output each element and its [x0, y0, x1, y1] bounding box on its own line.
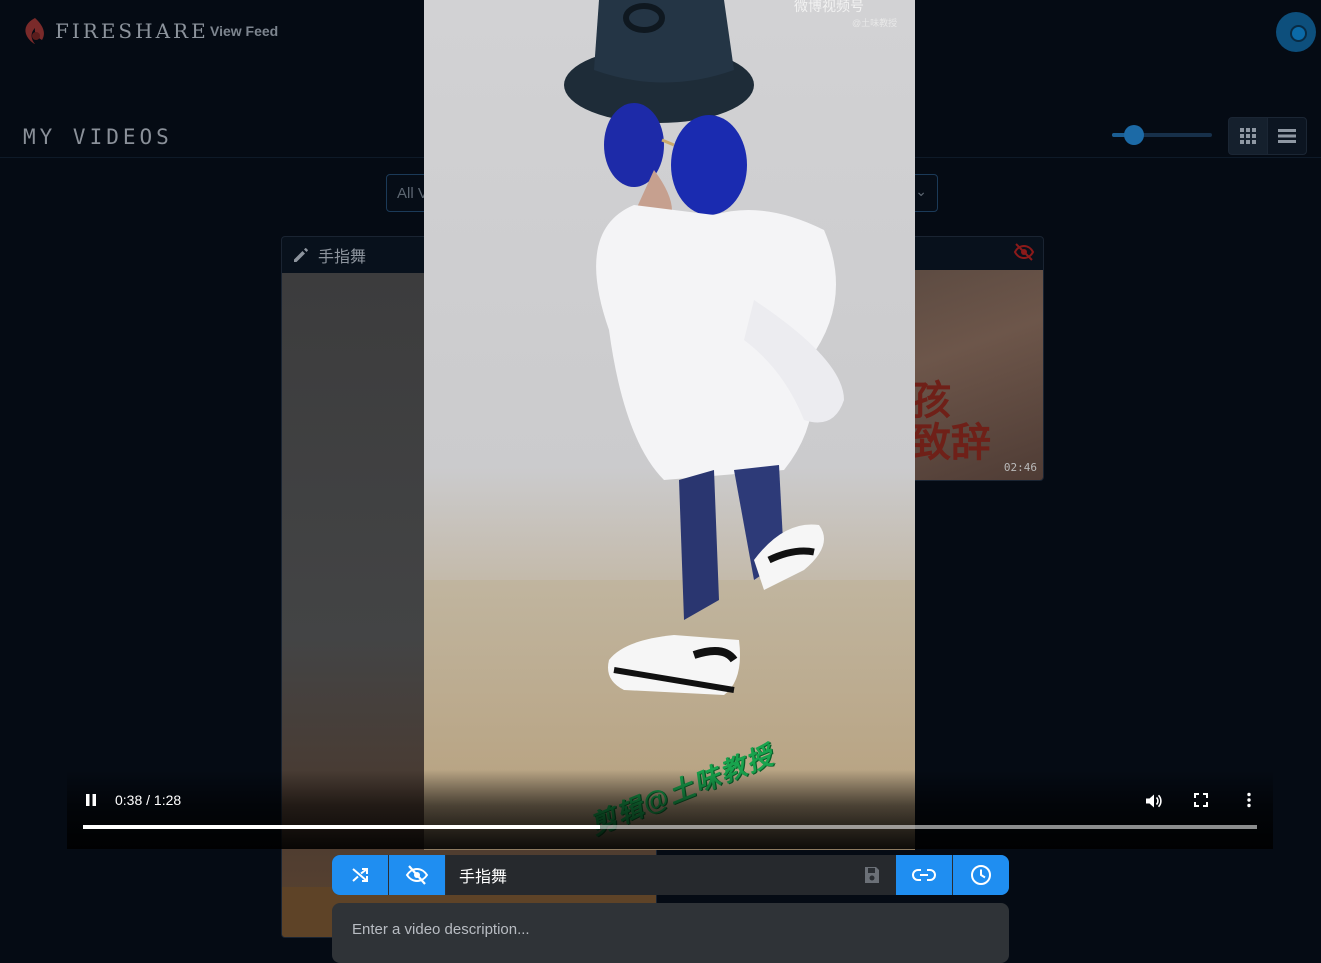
player-controls: 0:38 / 1:28 — [67, 770, 1273, 849]
toggle-visibility-button[interactable] — [389, 855, 445, 895]
description-placeholder: Enter a video description... — [352, 921, 530, 938]
card-title: 手指舞 — [318, 249, 367, 266]
video-title-input[interactable] — [446, 855, 896, 895]
grid-view-button[interactable] — [1228, 117, 1268, 155]
pause-icon[interactable] — [83, 792, 99, 808]
playback-time: 0:38 / 1:28 — [115, 792, 182, 808]
card-size-slider-thumb[interactable] — [1124, 125, 1144, 145]
shuffle-icon — [352, 868, 368, 882]
view-feed-link[interactable]: View Feed — [210, 23, 278, 39]
edit-icon[interactable] — [292, 246, 310, 264]
brand-name[interactable]: FIRESHARE — [55, 19, 209, 43]
eye-off-icon — [405, 865, 429, 885]
fullscreen-icon[interactable] — [1193, 792, 1209, 808]
shuffle-button[interactable] — [332, 855, 388, 895]
seek-bar-progress — [83, 825, 600, 829]
watermark-subtitle: @土味教授 — [852, 18, 898, 28]
avatar-icon[interactable] — [1276, 12, 1316, 52]
page-title: MY VIDEOS — [23, 125, 173, 149]
video-watermark: 微博视频号 @土味教授 — [794, 0, 897, 29]
more-vert-icon[interactable] — [1241, 792, 1257, 808]
timestamp-link-button[interactable] — [953, 855, 1009, 895]
list-view-button[interactable] — [1267, 117, 1307, 155]
save-icon[interactable] — [862, 865, 882, 885]
video-scene — [564, 0, 844, 695]
clock-icon — [971, 865, 991, 885]
watermark-title: 微博视频号 — [794, 0, 864, 14]
list-view-icon — [1278, 129, 1296, 143]
video-action-bar — [332, 855, 1009, 895]
video-description-field[interactable]: Enter a video description... — [332, 903, 1009, 963]
volume-icon[interactable] — [1144, 792, 1162, 810]
thumbnail-caption: 孩 致辞 — [911, 379, 991, 465]
link-icon — [912, 869, 936, 881]
logo-icon[interactable] — [22, 16, 48, 46]
seek-bar[interactable] — [83, 825, 1257, 829]
copy-link-button[interactable] — [896, 855, 952, 895]
eye-off-icon[interactable] — [1013, 243, 1035, 261]
video-duration: 02:46 — [1003, 461, 1037, 474]
chevron-down-icon: ⌄ — [915, 183, 927, 199]
grid-view-icon — [1240, 128, 1256, 144]
video-player[interactable]: 微博视频号 @土味教授 剪辑@土味教授 — [424, 0, 915, 850]
